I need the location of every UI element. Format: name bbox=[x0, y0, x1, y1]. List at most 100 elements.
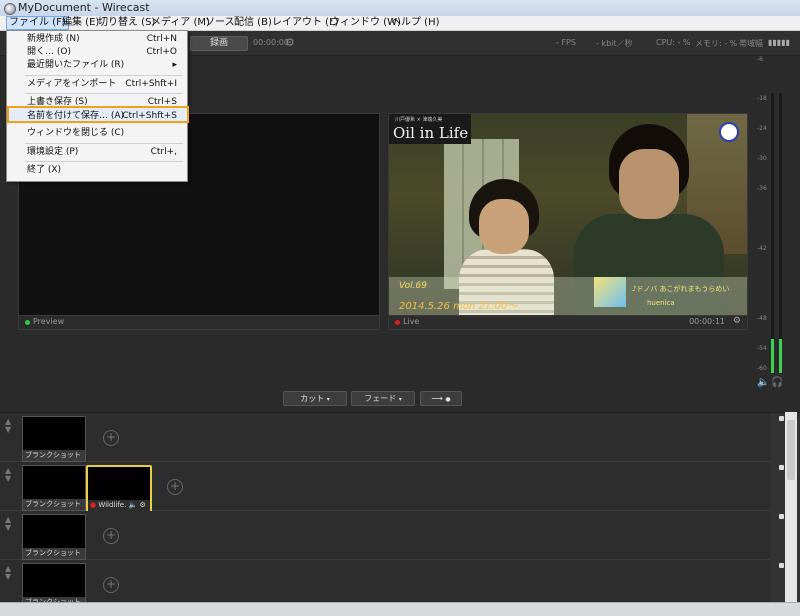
episode-volume: Vol.69 bbox=[399, 281, 427, 291]
bandwidth-label: 帯域幅 bbox=[739, 39, 763, 48]
live-label: Live bbox=[403, 317, 420, 326]
mascot-icon bbox=[719, 122, 739, 142]
menu-item-label: 終了 (X) bbox=[27, 165, 62, 175]
meter-level-right bbox=[779, 339, 782, 373]
layer-visibility-icon[interactable] bbox=[779, 465, 784, 470]
menu-help[interactable]: ヘルプ (H) bbox=[389, 16, 442, 30]
shot-caption: ブランクショット bbox=[23, 499, 85, 510]
headphones-icon[interactable]: 🎧 bbox=[771, 377, 783, 388]
drag-handle-icon[interactable]: ▲ ▼ bbox=[5, 418, 11, 434]
broadcast-date: 2014.5.26 mon 21:00〜 bbox=[399, 301, 518, 312]
live-monitor[interactable]: 川戸優希 × 津端久美 Oil in Life Vol.69 2014.5.26… bbox=[388, 113, 748, 330]
fade-transition-select[interactable]: フェード ▾ bbox=[351, 391, 415, 406]
show-logo: 川戸優希 × 津端久美 Oil in Life bbox=[389, 114, 471, 144]
fps-readout: - FPS bbox=[556, 38, 576, 47]
shot-layers-panel: ▲▼ ブランクショット + 1 ▲▼ ブランクショット ● Wildlife. … bbox=[0, 412, 800, 609]
bitrate-readout: - kbit／秒 bbox=[596, 39, 633, 48]
layer-visibility-icon[interactable] bbox=[779, 416, 784, 421]
wirecast-app-icon[interactable] bbox=[4, 3, 16, 15]
gear-icon[interactable]: ⚙ bbox=[285, 36, 295, 49]
go-dot-icon: ● bbox=[445, 396, 451, 403]
chevron-down-icon: ▾ bbox=[326, 396, 330, 403]
live-indicator-icon bbox=[395, 320, 400, 325]
shot-caption: Wildlife. bbox=[98, 501, 127, 509]
shot-thumbnail[interactable]: ブランクショット bbox=[22, 465, 86, 511]
preview-status-bar: Preview bbox=[19, 315, 379, 329]
layer-visibility-icon[interactable] bbox=[779, 514, 784, 519]
drag-handle-icon[interactable]: ▲ ▼ bbox=[5, 565, 11, 581]
meter-channel-right bbox=[779, 93, 782, 373]
bandwidth-bars-icon: ▮▮▮▮▮ bbox=[768, 38, 791, 47]
go-button[interactable]: ⟶ ● bbox=[420, 391, 462, 406]
speaker-icon[interactable]: 🔈 bbox=[129, 501, 138, 509]
live-timecode: 00:00:11 bbox=[689, 317, 725, 326]
cut-transition-select[interactable]: カット ▾ bbox=[283, 391, 347, 406]
shot-thumbnail[interactable]: ブランクショット bbox=[22, 416, 86, 462]
menu-item-label: 最近開いたファイル (R) bbox=[27, 60, 125, 70]
cpu-readout: CPU: - % bbox=[656, 38, 691, 47]
layers-scrollbar[interactable] bbox=[785, 412, 797, 602]
layer-visibility-icon[interactable] bbox=[779, 563, 784, 568]
shot-caption: ブランクショット bbox=[23, 450, 85, 461]
add-shot-icon[interactable]: + bbox=[103, 430, 119, 446]
record-button[interactable]: 録画 bbox=[190, 36, 248, 51]
meter-tick: -36 bbox=[757, 185, 767, 192]
meter-tick: -24 bbox=[757, 125, 767, 132]
save-as-highlight-box bbox=[7, 106, 189, 123]
preview-label: Preview bbox=[33, 317, 65, 326]
meter-tick: -42 bbox=[757, 245, 767, 252]
drag-handle-icon[interactable]: ▲ ▼ bbox=[5, 516, 11, 532]
menu-item-label: ウィンドウを閉じる (C) bbox=[27, 128, 125, 138]
add-shot-icon[interactable]: + bbox=[103, 528, 119, 544]
title-bar: MyDocument - Wirecast bbox=[0, 0, 800, 17]
layer-row: ▲▼ ブランクショット + 4 bbox=[0, 560, 796, 609]
menu-item-label: 環境設定 (P) bbox=[27, 147, 79, 157]
menu-item-label: メディアをインポート bbox=[27, 79, 117, 89]
meter-tick: -30 bbox=[757, 155, 767, 162]
menu-item-close-window[interactable]: ウィンドウを閉じる (C) bbox=[7, 125, 187, 141]
speaker-icon[interactable]: 🔈 bbox=[757, 377, 769, 388]
menu-item-recent[interactable]: 最近開いたファイル (R) ▸ bbox=[7, 57, 187, 73]
drag-handle-icon[interactable]: ▲ ▼ bbox=[5, 467, 11, 483]
menu-broadcast[interactable]: 配信 (B) bbox=[232, 16, 274, 30]
preview-indicator-icon bbox=[25, 320, 30, 325]
artist-name: huenica bbox=[647, 299, 675, 307]
arrow-right-icon: ⟶ bbox=[431, 394, 443, 403]
live-dot-icon: ● bbox=[90, 501, 97, 509]
memory-readout: メモリ: - % bbox=[695, 39, 738, 48]
layer-row: ▲▼ ブランクショット ● Wildlife. 🔈 ⚙ + 2 bbox=[0, 462, 796, 513]
shot-caption: ブランクショット bbox=[23, 548, 85, 559]
menu-item-exit[interactable]: 終了 (X) bbox=[7, 162, 187, 178]
fade-transition-label: フェード bbox=[364, 394, 397, 403]
gear-icon[interactable]: ⚙ bbox=[140, 501, 146, 509]
live-video-frame: 川戸優希 × 津端久美 Oil in Life Vol.69 2014.5.26… bbox=[389, 114, 747, 315]
add-shot-icon[interactable]: + bbox=[167, 479, 183, 495]
audio-meter: -6 -18 -24 -30 -36 -42 -48 -54 -60 bbox=[757, 53, 790, 383]
menu-item-shortcut: Ctrl+Shft+I bbox=[125, 79, 177, 89]
status-bar bbox=[0, 602, 800, 616]
scrollbar-thumb[interactable] bbox=[787, 420, 795, 480]
add-shot-icon[interactable]: + bbox=[103, 577, 119, 593]
window-title: MyDocument - Wirecast bbox=[18, 1, 150, 14]
menu-item-shortcut: Ctrl+, bbox=[150, 147, 177, 157]
meter-channel-left bbox=[771, 93, 774, 373]
live-gear-icon[interactable]: ⚙ bbox=[733, 316, 741, 326]
layer-row: ▲▼ ブランクショット + 3 bbox=[0, 511, 796, 560]
meter-tick: -54 bbox=[757, 345, 767, 352]
meter-tick: -6 bbox=[757, 56, 763, 63]
menu-item-import-media[interactable]: メディアをインポート Ctrl+Shft+I bbox=[7, 76, 187, 92]
cut-transition-label: カット bbox=[300, 394, 325, 403]
meter-level-left bbox=[771, 339, 774, 373]
record-timecode: 00:00:00 bbox=[253, 38, 289, 47]
logo-hosts: 川戸優希 × 津端久美 bbox=[395, 117, 443, 123]
layer-row: ▲▼ ブランクショット + 1 bbox=[0, 413, 796, 462]
live-status-bar: Live 00:00:11 ⚙ bbox=[389, 315, 747, 329]
chevron-down-icon: ▾ bbox=[398, 396, 402, 403]
meter-tick: -18 bbox=[757, 95, 767, 102]
shot-thumbnail[interactable]: ブランクショット bbox=[22, 514, 86, 560]
shot-caption-bar: ● Wildlife. 🔈 ⚙ bbox=[88, 500, 150, 511]
meter-tick: -48 bbox=[757, 315, 767, 322]
shot-thumbnail-selected[interactable]: ● Wildlife. 🔈 ⚙ bbox=[86, 465, 152, 513]
menu-bar: ファイル (F) 編集 (E) 切り替え (S) メディア (M) ソース 配信… bbox=[0, 16, 800, 31]
menu-item-preferences[interactable]: 環境設定 (P) Ctrl+, bbox=[7, 144, 187, 160]
